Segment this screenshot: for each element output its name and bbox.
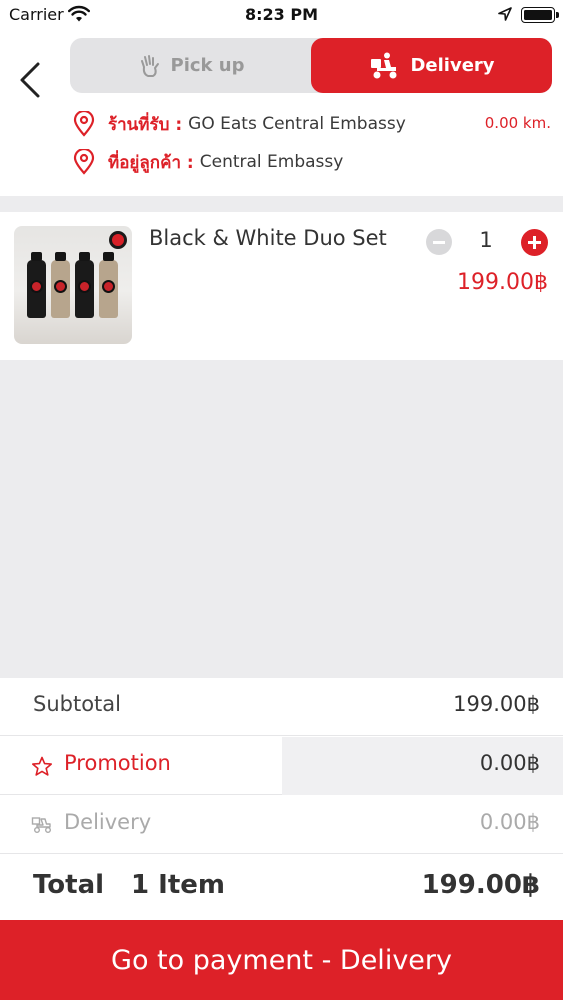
total-item-count: 1 Item: [131, 870, 225, 900]
store-label: ร้านที่รับ :: [108, 114, 183, 135]
hand-icon: [140, 54, 159, 77]
map-pin-icon: [73, 111, 95, 137]
promotion-row[interactable]: Promotion 0.00฿: [0, 737, 563, 795]
promotion-value: 0.00฿: [479, 751, 540, 775]
battery-cap: [556, 12, 559, 18]
map-pin-icon: [73, 149, 95, 175]
store-row: ร้านที่รับ : GO Eats Central Embassy: [72, 110, 552, 138]
customer-address-label: ที่อยู่ลูกค้า :: [108, 152, 194, 173]
pickup-tab-label: Pick up: [170, 55, 245, 76]
total-label: Total: [33, 870, 105, 900]
go-to-payment-button[interactable]: Go to payment - Delivery: [0, 920, 563, 1000]
subtotal-value: 199.00฿: [453, 692, 540, 716]
subtotal-row: Subtotal 199.00฿: [0, 678, 563, 736]
item-price: 199.00฿: [457, 270, 548, 295]
back-chevron-icon: [20, 62, 40, 98]
delivery-scooter-icon: [371, 52, 397, 78]
distance-value: 0.00 km.: [484, 114, 551, 132]
total-value: 199.00฿: [421, 870, 540, 900]
delivery-fee-row: Delivery 0.00฿: [0, 796, 563, 854]
product-image: [14, 226, 132, 344]
customer-address-row[interactable]: ที่อยู่ลูกค้า : Central Embassy: [72, 148, 552, 176]
promotion-label: Promotion: [64, 751, 171, 775]
total-row: Total 1 Item 199.00฿: [0, 854, 563, 920]
location-arrow-icon: [498, 7, 512, 21]
delivery-fee-value: 0.00฿: [479, 810, 540, 834]
delivery-fee-label: Delivery: [64, 810, 152, 834]
clock: 8:23 PM: [244, 5, 318, 24]
delivery-tab-label: Delivery: [410, 55, 495, 76]
customer-address: Central Embassy: [199, 152, 344, 172]
delivery-tab[interactable]: Delivery: [311, 38, 552, 93]
order-header: Pick up Delivery ร้านที่รับ : GO Eats Ce…: [0, 30, 563, 196]
pickup-tab[interactable]: Pick up: [70, 38, 311, 93]
subtotal-label: Subtotal: [33, 692, 121, 716]
battery-icon: [521, 7, 555, 23]
status-bar: Carrier 8:23 PM: [0, 0, 563, 30]
delivery-scooter-icon: [31, 817, 51, 833]
go-to-payment-label: Go to payment - Delivery: [111, 944, 452, 976]
cart-item: Black & White Duo Set 1 199.00฿: [0, 212, 563, 360]
back-button[interactable]: [14, 56, 48, 104]
order-type-toggle: Pick up Delivery: [70, 38, 552, 93]
store-name: GO Eats Central Embassy: [188, 114, 406, 134]
star-icon: [31, 756, 52, 776]
item-name: Black & White Duo Set: [149, 226, 387, 250]
item-quantity: 1: [479, 228, 493, 252]
order-summary: Subtotal 199.00฿ Promotion 0.00฿ Deliver…: [0, 678, 563, 920]
decrease-quantity-button[interactable]: [426, 229, 452, 255]
increase-quantity-button[interactable]: [521, 229, 548, 256]
brand-logo-icon: [109, 231, 127, 249]
